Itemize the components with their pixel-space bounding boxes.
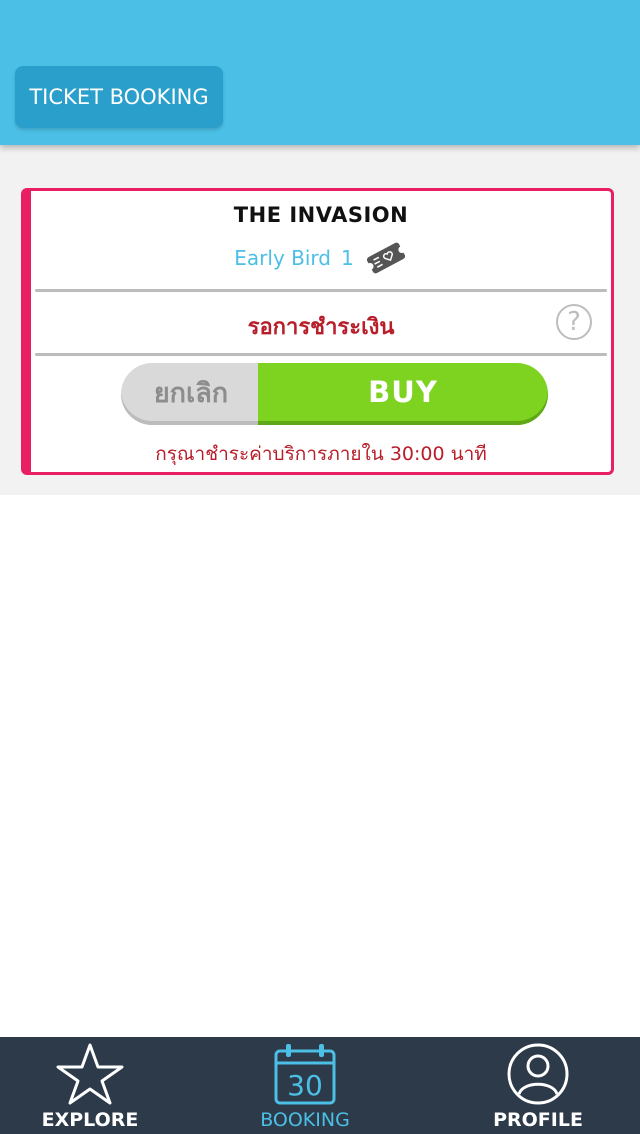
user-icon — [507, 1043, 569, 1105]
event-title: THE INVASION — [233, 203, 409, 227]
ticket-icon — [364, 241, 408, 275]
tab-explore[interactable]: EXPLORE — [30, 1037, 150, 1134]
calendar-day: 30 — [287, 1069, 323, 1102]
tab-booking[interactable]: 30 BOOKING — [245, 1037, 365, 1134]
divider — [35, 289, 607, 292]
payment-deadline-note: กรุณาชำระค่าบริการภายใน 30:00 นาที — [155, 443, 487, 465]
tab-profile[interactable]: PROFILE — [478, 1037, 598, 1134]
app-screen: TICKET BOOKING THE INVASION Early Bird 1 — [0, 0, 640, 1134]
tab-label: BOOKING — [260, 1109, 350, 1131]
booking-card: THE INVASION Early Bird 1 รอการชำระเงิน … — [21, 188, 614, 475]
ticket-info: Early Bird 1 — [31, 241, 611, 275]
ticket-count: 1 — [340, 246, 354, 270]
tab-ticket-booking[interactable]: TICKET BOOKING — [15, 66, 223, 128]
top-header: TICKET BOOKING — [0, 0, 640, 145]
ticket-type: Early Bird — [234, 246, 331, 270]
star-icon — [56, 1043, 124, 1105]
tab-label: EXPLORE — [41, 1109, 139, 1131]
action-buttons: ยกเลิก BUY — [121, 363, 548, 425]
cancel-button[interactable]: ยกเลิก — [121, 363, 261, 425]
tab-label: PROFILE — [493, 1109, 583, 1131]
divider — [35, 353, 607, 356]
payment-status: รอการชำระเงิน — [247, 315, 395, 340]
bottom-tab-bar: EXPLORE 30 BOOKING PROFILE — [0, 1037, 640, 1134]
buy-button[interactable]: BUY — [258, 363, 548, 425]
calendar-icon: 30 — [274, 1044, 336, 1105]
help-icon[interactable]: ? — [556, 304, 592, 340]
